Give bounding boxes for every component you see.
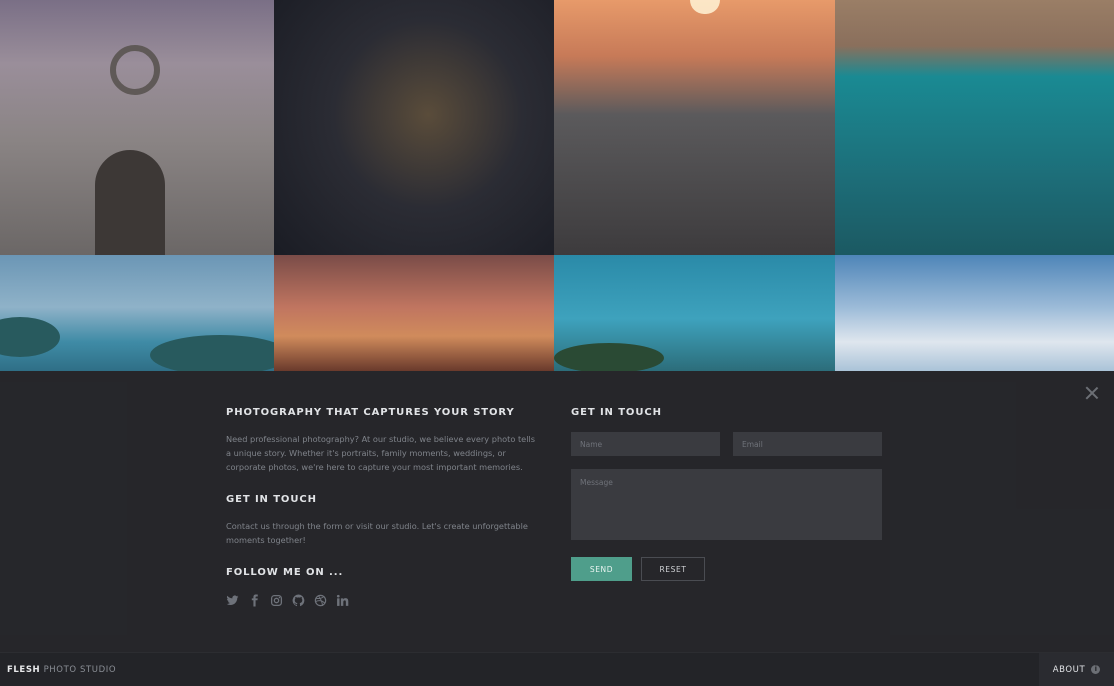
twitter-icon[interactable] xyxy=(226,594,239,607)
about-title: PHOTOGRAPHY THAT CAPTURES YOUR STORY xyxy=(226,407,515,418)
about-text: Need professional photography? At our st… xyxy=(226,434,536,472)
dribbble-icon[interactable] xyxy=(314,594,327,607)
name-field[interactable] xyxy=(571,432,720,456)
doorway-arch-shape xyxy=(95,150,165,255)
footer-bar: FLESH PHOTO STUDIO ABOUT i xyxy=(0,652,1114,686)
info-icon: i xyxy=(1091,665,1101,674)
reset-button[interactable]: RESET xyxy=(641,557,705,581)
about-label: ABOUT xyxy=(1052,664,1086,675)
brand-name: FLESH xyxy=(7,665,41,675)
follow-title: FOLLOW ME ON ... xyxy=(226,567,344,578)
message-field[interactable] xyxy=(571,469,882,540)
gallery-photo-clouds[interactable] xyxy=(835,255,1114,371)
close-icon[interactable] xyxy=(1084,385,1100,401)
rose-window-shape xyxy=(110,45,160,95)
island-shape xyxy=(554,343,664,371)
instagram-icon[interactable] xyxy=(270,594,283,607)
github-icon[interactable] xyxy=(292,594,305,607)
email-field[interactable] xyxy=(733,432,882,456)
about-column: PHOTOGRAPHY THAT CAPTURES YOUR STORY Nee… xyxy=(226,407,536,607)
gallery-photo-night-city[interactable] xyxy=(274,0,554,255)
island-shape xyxy=(150,335,274,371)
contact-form-title: GET IN TOUCH xyxy=(571,407,662,418)
island-shape xyxy=(0,317,60,357)
brand-logo[interactable]: FLESH PHOTO STUDIO xyxy=(7,665,116,675)
gallery-photo-cathedral[interactable] xyxy=(0,0,274,255)
about-button[interactable]: ABOUT i xyxy=(1039,653,1114,686)
form-buttons: SEND RESET xyxy=(571,557,883,581)
info-panel: PHOTOGRAPHY THAT CAPTURES YOUR STORY Nee… xyxy=(0,371,1114,652)
brand-tagline: PHOTO STUDIO xyxy=(43,665,117,675)
gallery-photo-harbor-boats[interactable] xyxy=(835,0,1114,255)
social-links xyxy=(226,594,536,607)
send-button[interactable]: SEND xyxy=(571,557,632,581)
contact-form: GET IN TOUCH SEND RESET xyxy=(571,407,883,581)
contact-info-title: GET IN TOUCH xyxy=(226,494,317,505)
contact-info-text: Contact us through the form or visit our… xyxy=(226,521,528,545)
gallery-photo-coast[interactable] xyxy=(554,255,835,371)
facebook-icon[interactable] xyxy=(248,594,261,607)
name-email-row xyxy=(571,432,883,456)
gallery-photo-sunset-sea[interactable] xyxy=(554,0,835,255)
linkedin-icon[interactable] xyxy=(336,594,349,607)
gallery-photo-old-town-sunset[interactable] xyxy=(274,255,554,371)
gallery-photo-islands[interactable] xyxy=(0,255,274,371)
